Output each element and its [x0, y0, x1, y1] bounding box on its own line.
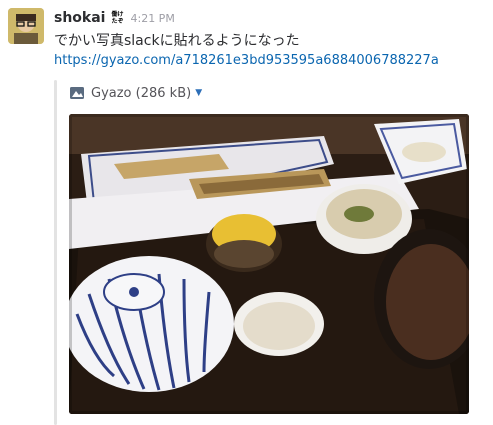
user-avatar[interactable] — [8, 8, 44, 44]
attachment-border — [54, 80, 57, 425]
attachment-image[interactable] — [69, 114, 469, 414]
badge-line-2: たぞ — [111, 18, 124, 25]
message-link[interactable]: https://gyazo.com/a718261e3bd953595a6884… — [54, 53, 439, 68]
message-timestamp[interactable]: 4:21 PM — [130, 12, 174, 25]
username[interactable]: shokai — [54, 10, 105, 26]
attachment-header[interactable]: Gyazo (286 kB) ▼ — [69, 84, 202, 102]
attachment-title: Gyazo (286 kB) — [91, 85, 192, 101]
message-header: shokai 働け たぞ 4:21 PM — [54, 8, 175, 28]
message-text: でかい写真slackに貼れるようになった — [54, 33, 300, 49]
caret-down-icon[interactable]: ▼ — [195, 88, 202, 98]
custom-status-emoji: 働け たぞ — [110, 10, 125, 26]
badge-line-1: 働け — [111, 11, 124, 18]
gyazo-icon — [69, 85, 85, 101]
